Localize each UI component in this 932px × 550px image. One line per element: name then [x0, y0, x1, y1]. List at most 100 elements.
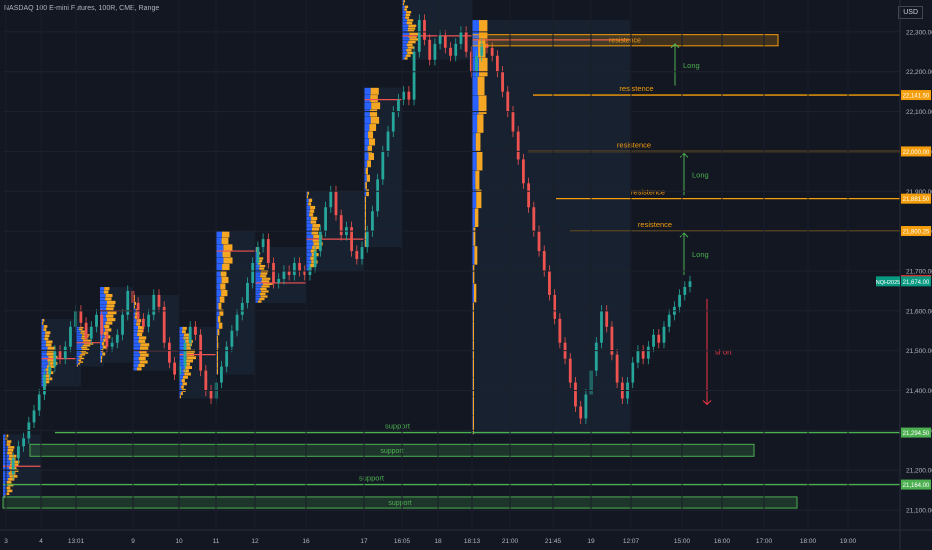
profile-bar-sell [137, 332, 143, 337]
chart-svg[interactable]: resistence resistence resistence resistence… [0, 0, 932, 550]
candle [256, 247, 260, 264]
candle [89, 326, 93, 339]
profile-bar-sell [106, 318, 116, 322]
profile-bar-sell [46, 352, 54, 356]
profile-bar-buy [41, 362, 49, 365]
profile-bar-sell [42, 322, 44, 325]
profile-bar-sell [472, 359, 474, 378]
profile-bar-sell [475, 170, 480, 190]
zone-label: resistence [609, 38, 641, 45]
profile-bar-sell [139, 346, 149, 350]
profile-bar-buy [76, 332, 81, 334]
candle [110, 342, 114, 347]
profile-bar-buy [133, 363, 139, 368]
profile-bar-sell [78, 359, 82, 362]
candle [313, 251, 317, 267]
profile-bar-sell [6, 480, 12, 484]
profile-bar-buy [402, 27, 408, 30]
profile-bar-sell [79, 326, 84, 329]
profile-bar-buy [364, 95, 371, 103]
profile-bar-sell [222, 263, 230, 271]
candle [282, 270, 286, 279]
profile-bar-sell [105, 328, 112, 332]
profile-bar-buy [3, 437, 5, 441]
profile-bar-buy [179, 326, 183, 330]
candle [412, 51, 416, 100]
profile-bar-sell [369, 109, 378, 117]
x-tick-label: 11 [213, 538, 220, 545]
y-tick-label: 22,100.00 [906, 109, 932, 116]
profile-bar-sell [218, 303, 222, 310]
profile-bar-sell [45, 343, 52, 347]
candle [251, 263, 255, 283]
profile-bar-buy [255, 287, 261, 291]
candle [683, 286, 687, 295]
candle [17, 446, 20, 459]
profile-bar-buy [133, 356, 139, 361]
profile-bar-buy [306, 253, 312, 257]
profile-bar-buy [306, 234, 314, 239]
profile-bar-buy [255, 267, 260, 270]
profile-bar-buy [133, 326, 139, 330]
profile-bar-sell [100, 359, 102, 363]
candle [365, 231, 369, 248]
profile-bar-sell [406, 43, 413, 47]
profile-bar-sell [138, 356, 146, 361]
profile-bar-buy [472, 114, 478, 133]
profile-bar-sell [221, 289, 228, 297]
profile-bar-buy [76, 335, 82, 338]
candle [287, 270, 291, 275]
profile-bar-sell [261, 277, 271, 280]
candle [579, 406, 583, 419]
profile-bar-sell [78, 328, 83, 331]
x-tick-label: 12:07 [623, 538, 640, 545]
profile-bar-buy [133, 346, 140, 350]
profile-bar-buy [306, 263, 310, 268]
profile-bar-buy [76, 354, 81, 356]
profile-bar-buy [100, 287, 105, 291]
profile-bar-sell [7, 451, 13, 455]
candle [188, 326, 192, 343]
profile-bar-sell [47, 346, 56, 350]
profile-bar-sell [409, 32, 419, 36]
candle [527, 183, 531, 208]
candle [355, 251, 359, 260]
profile-bar-buy [41, 365, 48, 368]
profile-bar-buy [255, 277, 262, 280]
profile-bar-sell [475, 133, 481, 152]
chart-root[interactable]: NASDAQ 100 E-mini Futures, 100R, CME, Ra… [0, 0, 932, 550]
profile-bar-sell [81, 346, 88, 349]
profile-bar-sell [366, 174, 370, 182]
profile-bar-sell [183, 369, 189, 373]
candle [657, 334, 661, 343]
profile-bar-sell [312, 245, 320, 250]
profile-bar-buy [364, 116, 371, 124]
candle [574, 382, 577, 407]
profile-bar-sell [81, 348, 90, 351]
candle [428, 39, 432, 60]
profile-bar-buy [3, 434, 6, 438]
candle [115, 334, 119, 343]
profile-bar-sell [477, 114, 484, 133]
profile-bar-sell [103, 290, 109, 294]
candle [220, 366, 223, 383]
y-tick-label: 21,100.00 [906, 508, 932, 515]
profile-bar-sell [44, 337, 49, 341]
profile-bar-buy [306, 242, 314, 246]
price-label: 22,141.50 [903, 94, 930, 100]
profile-bar-sell [223, 257, 233, 264]
profile-bar-sell [473, 264, 475, 284]
profile-bar-sell [260, 275, 267, 278]
y-tick-label: 21,500.00 [906, 348, 932, 355]
x-tick-label: 16:00 [714, 538, 731, 545]
profile-bar-sell [477, 76, 485, 96]
candle [662, 326, 666, 343]
profile-bar-buy [41, 352, 47, 356]
symbol-tag: NQH2025 [876, 280, 900, 286]
profile-bar-buy [402, 43, 407, 47]
profile-bar-buy [41, 334, 45, 338]
session-box [472, 19, 630, 435]
arrow-label: Long [683, 61, 700, 70]
profile-bar-sell [140, 343, 150, 347]
profile-bar-buy [41, 337, 45, 341]
